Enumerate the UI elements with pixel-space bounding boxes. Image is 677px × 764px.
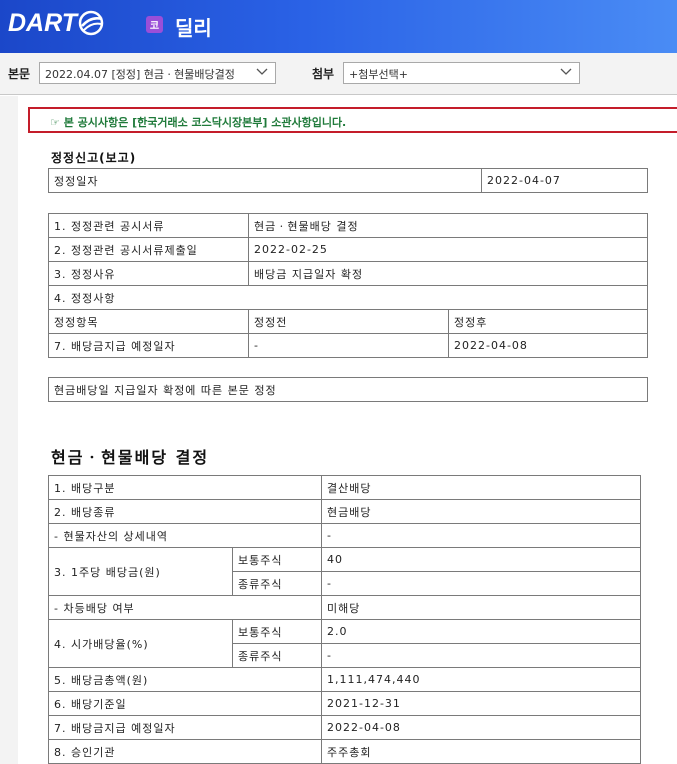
- dart-logo[interactable]: DART: [8, 9, 104, 37]
- header-item: 정정항목: [48, 309, 249, 334]
- table-row: 7. 배당금지급 예정일자 2022-04-08: [48, 715, 641, 740]
- row1-value: 현금ㆍ현물배당 결정: [248, 213, 648, 238]
- table-row: 1. 정정관련 공시서류 현금ㆍ현물배당 결정: [48, 213, 648, 238]
- row2-value: 2022-02-25: [248, 237, 648, 262]
- correction-detail-table: 1. 정정관련 공시서류 현금ㆍ현물배당 결정 2. 정정관련 공시서류제출일 …: [48, 213, 648, 358]
- r6-label: 4. 시가배당율(%): [48, 619, 233, 668]
- r4-val1: 40: [321, 547, 641, 572]
- r6-sub2: 종류주식: [232, 643, 322, 668]
- table-row: 8. 승인기관 주주총회: [48, 739, 641, 764]
- r5-label: - 차등배당 여부: [48, 595, 322, 620]
- table-row: 3. 1주당 배당금(원) 보통주식 40: [48, 547, 641, 596]
- item4-label: 4. 정정사항: [48, 285, 648, 310]
- r3-value: -: [321, 523, 641, 548]
- date-value: 2022-04-07: [481, 168, 648, 193]
- table-row: 6. 배당기준일 2021-12-31: [48, 691, 641, 716]
- r10-value: 주주총회: [321, 739, 641, 764]
- table-row: 2. 배당종류 현금배당: [48, 499, 641, 524]
- correction-title: 정정신고(보고): [51, 151, 137, 165]
- r6-sub1: 보통주식: [232, 619, 322, 644]
- r1-label: 1. 배당구분: [48, 475, 322, 500]
- remark-table: 현금배당일 지급일자 확정에 따른 본문 정정: [48, 377, 648, 402]
- correction-date-table: 정정일자 2022-04-07: [48, 168, 648, 193]
- attach-select[interactable]: +첨부선택+: [343, 62, 580, 84]
- table-row: 5. 배당금총액(원) 1,111,474,440: [48, 667, 641, 692]
- logo-swoosh-icon: [78, 10, 104, 36]
- r3-label: - 현물자산의 상세내역: [48, 523, 322, 548]
- table-row: 정정일자 2022-04-07: [48, 168, 648, 193]
- body-label: 본문: [8, 67, 31, 81]
- r4-sub1: 보통주식: [232, 547, 322, 572]
- body-select[interactable]: 2022.04.07 [정정] 현금ㆍ현물배당결정: [39, 62, 276, 84]
- r9-label: 7. 배당금지급 예정일자: [48, 715, 322, 740]
- r9-value: 2022-04-08: [321, 715, 641, 740]
- r5-value: 미해당: [321, 595, 641, 620]
- jurisdiction-notice: ☞ 본 공시사항은 [한국거래소 코스닥시장본부] 소관사항입니다.: [28, 107, 677, 133]
- change-before: -: [248, 333, 449, 358]
- header-before: 정정전: [248, 309, 449, 334]
- row3-label: 3. 정정사유: [48, 261, 249, 286]
- table-row: 현금배당일 지급일자 확정에 따른 본문 정정: [48, 377, 648, 402]
- row3-value: 배당금 지급일자 확정: [248, 261, 648, 286]
- table-row: 4. 시가배당율(%) 보통주식 2.0: [48, 619, 641, 668]
- table-row: - 현물자산의 상세내역 -: [48, 523, 641, 548]
- table-row: - 차등배당 여부 미해당: [48, 595, 641, 620]
- table-row: 4. 정정사항: [48, 285, 648, 310]
- r8-label: 6. 배당기준일: [48, 691, 322, 716]
- r2-value: 현금배당: [321, 499, 641, 524]
- r4-sub2: 종류주식: [232, 571, 322, 596]
- r10-label: 8. 승인기관: [48, 739, 322, 764]
- chevron-down-icon: [256, 68, 268, 75]
- dividend-title: 현금ㆍ현물배당 결정: [51, 448, 210, 467]
- table-row: 3. 정정사유 배당금 지급일자 확정: [48, 261, 648, 286]
- r7-value: 1,111,474,440: [321, 667, 641, 692]
- r2-label: 2. 배당종류: [48, 499, 322, 524]
- kosdaq-badge: 코: [146, 16, 163, 33]
- row1-label: 1. 정정관련 공시서류: [48, 213, 249, 238]
- table-row: 2. 정정관련 공시서류제출일 2022-02-25: [48, 237, 648, 262]
- r6-val1: 2.0: [321, 619, 641, 644]
- change-item: 7. 배당금지급 예정일자: [48, 333, 249, 358]
- r6-val2: -: [321, 643, 641, 668]
- r4-label: 3. 1주당 배당금(원): [48, 547, 233, 596]
- company-name: 딜리: [175, 16, 212, 40]
- r1-value: 결산배당: [321, 475, 641, 500]
- header-after: 정정후: [448, 309, 648, 334]
- chevron-down-icon: [560, 68, 572, 75]
- date-label: 정정일자: [48, 168, 482, 193]
- r4-val2: -: [321, 571, 641, 596]
- r8-value: 2021-12-31: [321, 691, 641, 716]
- document-body: ☞ 본 공시사항은 [한국거래소 코스닥시장본부] 소관사항입니다. 정정신고(…: [0, 96, 677, 764]
- remark-text: 현금배당일 지급일자 확정에 따른 본문 정정: [48, 377, 648, 402]
- r7-label: 5. 배당금총액(원): [48, 667, 322, 692]
- document-toolbar: 본문 2022.04.07 [정정] 현금ㆍ현물배당결정 첨부 +첨부선택+: [0, 53, 677, 95]
- body-select-value: 2022.04.07 [정정] 현금ㆍ현물배당결정: [45, 68, 235, 81]
- app-header: DART 코 딜리: [0, 0, 677, 53]
- row2-label: 2. 정정관련 공시서류제출일: [48, 237, 249, 262]
- table-header-row: 정정항목 정정전 정정후: [48, 309, 648, 334]
- change-after: 2022-04-08: [448, 333, 648, 358]
- logo-text: DART: [8, 8, 77, 37]
- table-row: 7. 배당금지급 예정일자 - 2022-04-08: [48, 333, 648, 358]
- attach-select-value: +첨부선택+: [349, 68, 408, 81]
- attach-label: 첨부: [312, 67, 335, 81]
- table-row: 1. 배당구분 결산배당: [48, 475, 641, 500]
- dividend-table: 1. 배당구분 결산배당 2. 배당종류 현금배당 - 현물자산의 상세내역 -…: [48, 475, 641, 764]
